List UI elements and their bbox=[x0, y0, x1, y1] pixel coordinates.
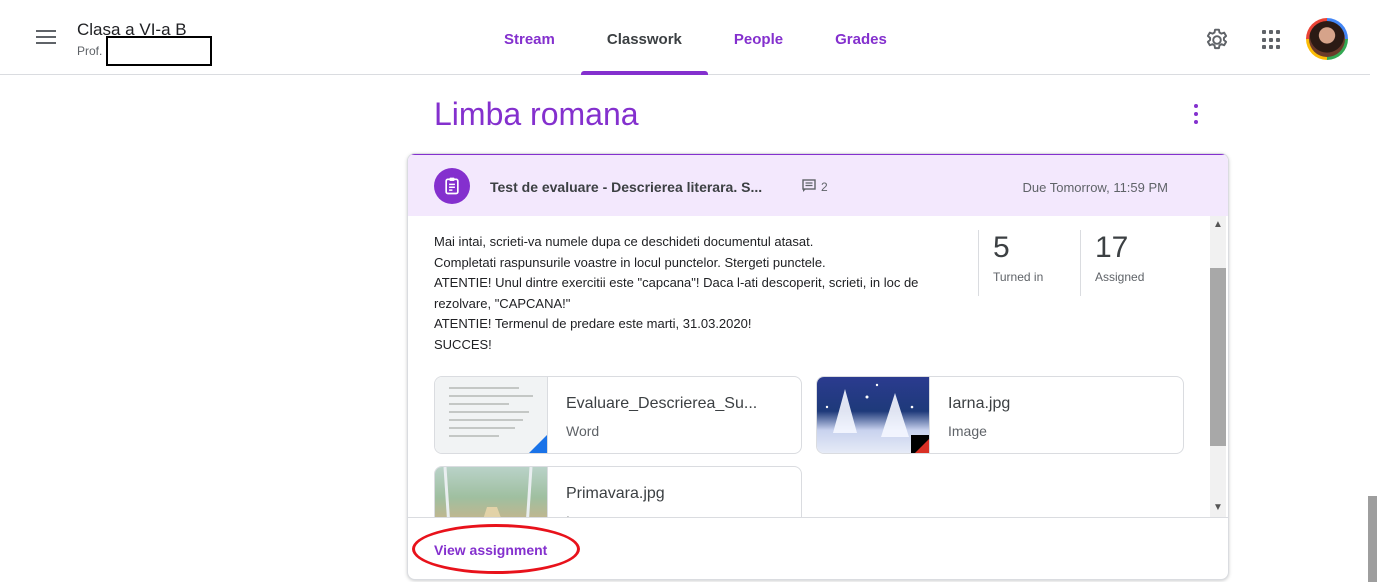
turned-in-count: 5 bbox=[993, 231, 1010, 264]
assignment-card: Test de evaluare - Descrierea literara. … bbox=[407, 153, 1229, 580]
comment-count: 2 bbox=[821, 180, 828, 194]
gear-icon[interactable] bbox=[1204, 27, 1230, 53]
scroll-up-arrow-icon[interactable]: ▲ bbox=[1210, 218, 1226, 232]
submission-stats: 5 Turned in 17 Assigned bbox=[978, 230, 1182, 296]
attachment-type: Image bbox=[948, 423, 987, 439]
document-thumbnail bbox=[435, 377, 548, 453]
attachment-name: Primavara.jpg bbox=[566, 485, 665, 502]
description-line: SUCCES! bbox=[434, 336, 492, 352]
word-file-icon bbox=[529, 435, 547, 453]
attachment-image-iarna[interactable]: Iarna.jpg Image bbox=[816, 376, 1184, 454]
tab-grades[interactable]: Grades bbox=[809, 0, 913, 75]
assignment-title: Test de evaluare - Descrierea literara. … bbox=[490, 179, 763, 195]
scroll-down-arrow-icon[interactable]: ▼ bbox=[1210, 501, 1226, 515]
page-scrollbar[interactable] bbox=[1368, 496, 1377, 582]
avatar[interactable] bbox=[1306, 18, 1348, 60]
avatar-photo bbox=[1309, 21, 1345, 57]
comment-icon bbox=[802, 179, 816, 192]
assignment-icon bbox=[434, 168, 470, 204]
image-thumbnail bbox=[435, 467, 548, 517]
description-line: ATENTIE! Termenul de predare este marti,… bbox=[434, 316, 752, 331]
app-header: Clasa a VI-a B Prof. Stream Classwork Pe… bbox=[0, 0, 1370, 75]
redaction-box bbox=[106, 36, 212, 66]
topic-title: Limba romana bbox=[434, 96, 639, 132]
teacher-name: Prof. bbox=[77, 44, 103, 58]
spring-path-icon bbox=[443, 467, 533, 517]
description-line: ATENTIE! Unul dintre exercitii este "cap… bbox=[434, 275, 923, 311]
image-file-icon bbox=[911, 435, 929, 453]
attachment-name: Iarna.jpg bbox=[948, 395, 1011, 412]
image-thumbnail bbox=[817, 377, 930, 453]
assignment-body: Mai intai, scrieti-va numele dupa ce des… bbox=[408, 216, 1228, 517]
class-tabs: Stream Classwork People Grades bbox=[478, 0, 913, 75]
attachment-word-doc[interactable]: Evaluare_Descrierea_Su... Word bbox=[434, 376, 802, 454]
tab-classwork[interactable]: Classwork bbox=[580, 0, 708, 75]
body-scroll-thumb[interactable] bbox=[1210, 268, 1226, 446]
assigned-label: Assigned bbox=[1095, 270, 1145, 284]
description-line: Completati raspunsurile voastre in locul… bbox=[434, 254, 826, 270]
due-date: Due Tomorrow, 11:59 PM bbox=[1022, 180, 1168, 195]
highlight-annotation bbox=[412, 524, 580, 574]
stat-assigned[interactable]: 17 Assigned bbox=[1080, 230, 1182, 296]
hamburger-menu-icon[interactable] bbox=[36, 30, 56, 44]
assignment-footer: View assignment bbox=[408, 517, 1228, 579]
stat-turned-in[interactable]: 5 Turned in bbox=[978, 230, 1080, 296]
description-line: Mai intai, scrieti-va numele dupa ce des… bbox=[434, 234, 814, 249]
assigned-count: 17 bbox=[1095, 231, 1129, 264]
tab-people[interactable]: People bbox=[708, 0, 809, 75]
assignment-description: Mai intai, scrieti-va numele dupa ce des… bbox=[434, 232, 974, 355]
attachment-type: Word bbox=[566, 423, 600, 439]
assignment-header[interactable]: Test de evaluare - Descrierea literara. … bbox=[408, 154, 1228, 216]
more-options-icon[interactable] bbox=[1192, 104, 1200, 124]
turned-in-label: Turned in bbox=[993, 270, 1044, 284]
attachment-name: Evaluare_Descrierea_Su... bbox=[566, 395, 758, 412]
apps-grid-icon[interactable] bbox=[1262, 30, 1282, 50]
attachment-image-primavara[interactable]: Primavara.jpg Image bbox=[434, 466, 802, 517]
tab-stream[interactable]: Stream bbox=[478, 0, 581, 75]
